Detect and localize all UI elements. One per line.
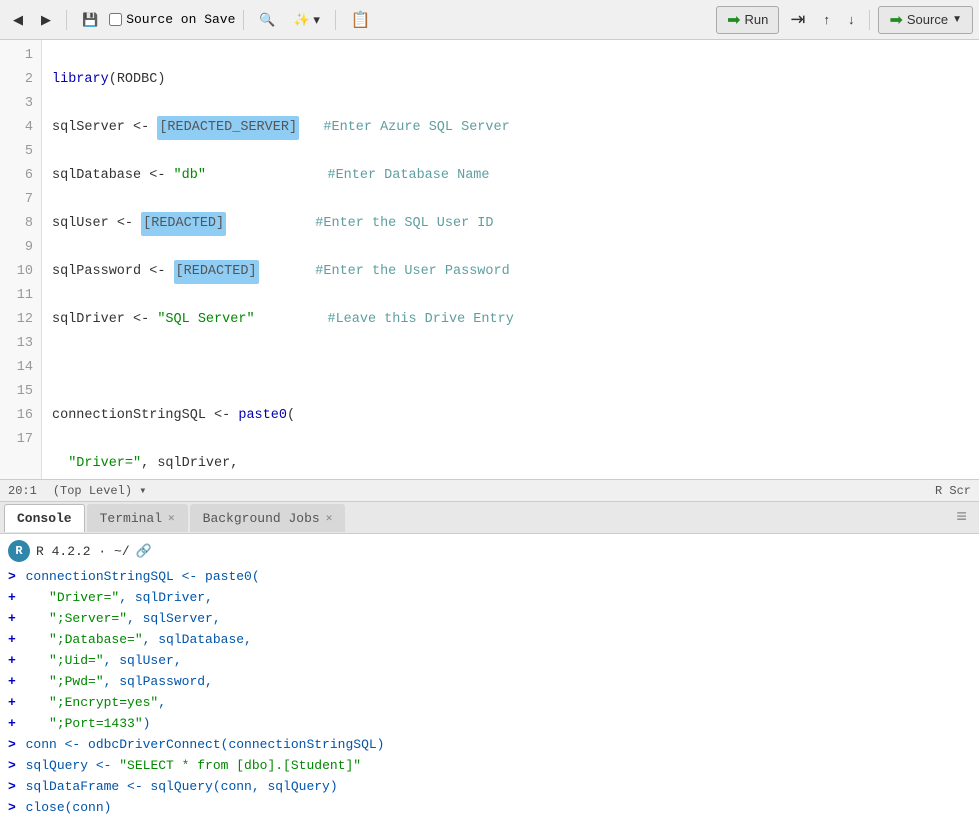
code-line-1: library(RODBC) [52,68,969,92]
r-logo-icon: R [8,540,30,562]
copy-icon-button[interactable]: 📋 [344,6,378,34]
console-panel[interactable]: R R 4.2.2 · ~/ 🔗 > connectionStringSQL <… [0,534,979,836]
code-line-4: sqlUser <- [REDACTED] #Enter the SQL Use… [52,212,969,236]
source-on-save-checkbox[interactable] [109,13,122,26]
console-line-9: > conn <- odbcDriverConnect(connectionSt… [8,734,971,755]
code-level: (Top Level) ▾ [53,483,147,498]
navigate-icon[interactable]: 🔗 [136,541,152,562]
search-icon: 🔍 [259,12,275,28]
source-dropdown-icon: ▼ [952,14,962,25]
r-version-header: R R 4.2.2 · ~/ 🔗 [8,540,971,562]
save-icon: 💾 [82,12,98,28]
console-line-8: + ";Port=1433") [8,713,971,734]
run-button[interactable]: ➡ Run [716,6,779,34]
wand-icon: ✨ ▾ [294,12,320,28]
console-line-5: + ";Uid=", sqlUser, [8,650,971,671]
console-line-2: + "Driver=", sqlDriver, [8,587,971,608]
level-dropdown-icon[interactable]: ▾ [139,484,146,498]
forward-button[interactable]: ▶ [34,6,58,34]
console-line-11: > sqlDataFrame <- sqlQuery(conn, sqlQuer… [8,776,971,797]
scroll-indicator: R Scr [935,484,971,498]
editor-toolbar: ◀ ▶ 💾 Source on Save 🔍 ✨ ▾ 📋 ➡ Run ⇥ ↑ ↓… [0,0,979,40]
status-bar: 20:1 (Top Level) ▾ R Scr [0,480,979,502]
tabs-collapse-button[interactable]: ≡ [948,508,975,528]
tab-console-label: Console [17,511,72,526]
source-on-save-label[interactable]: Source on Save [109,12,235,27]
tab-background-jobs-close[interactable]: ✕ [326,511,333,525]
separator-4 [869,10,870,30]
r-version-text: R 4.2.2 · ~/ [36,541,130,562]
code-editor[interactable]: 12345 678910 1112131415 1617 library(ROD… [0,40,979,480]
code-line-3: sqlDatabase <- "db" #Enter Database Name [52,164,969,188]
code-line-2: sqlServer <- [REDACTED_SERVER] #Enter Az… [52,116,969,140]
code-line-6: sqlDriver <- "SQL Server" #Leave this Dr… [52,308,969,332]
re-run-button[interactable]: ⇥ [783,6,812,34]
tab-console[interactable]: Console [4,504,85,532]
source-arrow-icon: ➡ [889,10,902,30]
separator-1 [66,10,67,30]
code-line-8: connectionStringSQL <- paste0( [52,404,969,428]
code-line-7 [52,356,969,380]
tab-terminal-label: Terminal [100,511,162,526]
search-button[interactable]: 🔍 [252,6,282,34]
back-button[interactable]: ◀ [6,6,30,34]
console-tabs-bar: Console Terminal ✕ Background Jobs ✕ ≡ [0,502,979,534]
console-line-10: > sqlQuery <- "SELECT * from [dbo].[Stud… [8,755,971,776]
tab-terminal-close[interactable]: ✕ [168,511,175,525]
console-line-7: + ";Encrypt=yes", [8,692,971,713]
tab-terminal[interactable]: Terminal ✕ [87,504,188,532]
run-arrow-icon: ➡ [727,10,740,30]
separator-3 [335,10,336,30]
code-line-5: sqlPassword <- [REDACTED] #Enter the Use… [52,260,969,284]
separator-2 [243,10,244,30]
tab-background-jobs-label: Background Jobs [203,511,320,526]
source-button[interactable]: ➡ Source ▼ [878,6,973,34]
tab-background-jobs[interactable]: Background Jobs ✕ [190,504,346,532]
cursor-position: 20:1 [8,484,37,498]
console-line-12: > close(conn) [8,797,971,818]
console-line-6: + ";Pwd=", sqlPassword, [8,671,971,692]
console-line-4: + ";Database=", sqlDatabase, [8,629,971,650]
code-content[interactable]: library(RODBC) sqlServer <- [REDACTED_SE… [42,40,979,479]
line-numbers: 12345 678910 1112131415 1617 [0,40,42,479]
down-button[interactable]: ↓ [841,6,862,34]
save-button[interactable]: 💾 [75,6,105,34]
console-line-3: + ";Server=", sqlServer, [8,608,971,629]
wand-button[interactable]: ✨ ▾ [287,6,327,34]
up-button[interactable]: ↑ [816,6,837,34]
console-line-1: > connectionStringSQL <- paste0( [8,566,971,587]
code-line-9: "Driver=", sqlDriver, [52,452,969,476]
